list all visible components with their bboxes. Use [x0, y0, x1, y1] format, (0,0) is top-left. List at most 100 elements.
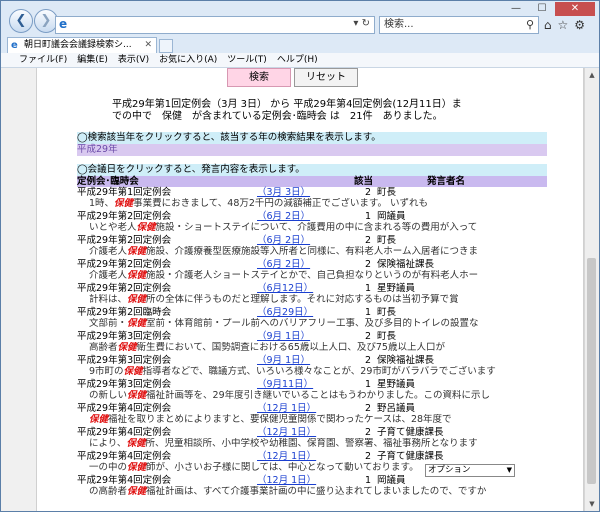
keyword-highlight: 保健: [127, 318, 147, 329]
result-row: 平成29年第4回定例会 （12月 1日） 2 野呂議員 保健福祉を取りまとめによりますと…: [77, 403, 547, 427]
speaker-name: 子育て健康課長: [377, 427, 444, 438]
meeting-date-link[interactable]: （12月 1日）: [257, 427, 316, 438]
keyword-highlight: 保健: [126, 438, 146, 449]
excerpt: 高齢者保健衛生費において、国勢調査における65歳以上人口、及び75歳以上人口が: [89, 342, 545, 354]
excerpt: 介護老人保健施設、介護療養型医療施設等入所者と同様に、有料老人ホーム入居者につき…: [89, 246, 545, 258]
keyword-highlight: 保健: [127, 294, 147, 305]
tab-close-icon[interactable]: ✕: [144, 38, 152, 52]
excerpt-post: 室前・体育館前・プール前へのバリアフリー工事、及び多目的トイレの設置な: [146, 318, 479, 329]
home-favorites-settings-icons[interactable]: ⌂☆⚙: [544, 18, 591, 32]
new-tab-button[interactable]: [159, 39, 173, 53]
meeting-date-link[interactable]: （6月 2日）: [257, 211, 310, 222]
minimize-button[interactable]: —: [503, 2, 529, 16]
tab-title: 朝日町議会会議録検索シ...: [24, 40, 132, 50]
speaker-name: 岡議員: [377, 211, 406, 222]
results-list: 平成29年第1回定例会 （3月 3日） 2 町長 1時、保健事業費におきまして、48万2…: [77, 187, 547, 499]
menu-help[interactable]: ヘルプ(H): [272, 53, 323, 67]
scroll-thumb[interactable]: [587, 258, 596, 484]
meeting-date-link[interactable]: （6月29日）: [257, 307, 313, 318]
result-row: 平成29年第4回定例会 （12月 1日） 1 岡議員 の高齢者保健福祉計画は、すべて介護…: [77, 475, 547, 499]
address-bar[interactable]: e ▾ ↻: [55, 16, 375, 34]
menu-tools[interactable]: ツール(T): [222, 53, 272, 67]
meeting-date-link[interactable]: （12月 1日）: [257, 403, 316, 414]
excerpt-pre: 文部前・: [89, 318, 128, 329]
keyword-highlight: 保健: [89, 414, 109, 425]
search-input[interactable]: 検索... ⚲: [379, 16, 539, 34]
hit-count: 2: [365, 235, 372, 246]
excerpt: 9市町の保健指導者などで、職議方式、いろいろ様々なことが、29市町がバラバラでご…: [89, 366, 545, 378]
tab-row: e 朝日町議会会議録検索シ... ✕: [1, 37, 599, 53]
content-area: 検索 リセット 平成29年第1回定例会（3月 3日） から 平成29年第4回定例会…: [1, 68, 599, 511]
result-row: 平成29年第2回定例会 （6月12日） 1 星野議員 計料は、保健所の全体に伴うものだと…: [77, 283, 547, 307]
meeting-date-link[interactable]: （12月 1日）: [257, 451, 316, 462]
back-button[interactable]: ❮: [9, 9, 33, 33]
excerpt: 文部前・保健室前・体育館前・プール前へのバリアフリー工事、及び多目的トイレの設置…: [89, 318, 545, 330]
keyword-highlight: 保健: [114, 198, 134, 209]
meeting-name: 平成29年第3回定例会: [77, 379, 172, 390]
page-body: 検索 リセット 平成29年第1回定例会（3月 3日） から 平成29年第4回定例会…: [36, 68, 584, 511]
excerpt-pre: 一の中の: [89, 462, 128, 473]
excerpt: の高齢者保健福祉計画は、すべて介護事業計画の中に盛り込まれてしまいましたので、で…: [89, 486, 545, 498]
hit-count: 2: [365, 427, 372, 438]
excerpt-pre: 介護老人: [89, 270, 128, 281]
vertical-scrollbar[interactable]: ▲ ▼: [584, 68, 599, 511]
close-button[interactable]: ✕: [555, 2, 595, 16]
window-controls: — ☐ ✕: [503, 1, 595, 16]
menu-view[interactable]: 表示(V): [113, 53, 154, 67]
hit-count: 2: [365, 355, 372, 366]
search-icon[interactable]: ⚲: [526, 17, 534, 33]
result-row: 平成29年第1回定例会 （3月 3日） 2 町長 1時、保健事業費におきまして、48万2…: [77, 187, 547, 211]
maximize-button[interactable]: ☐: [529, 2, 555, 16]
result-row: 平成29年第3回定例会 （9月11日） 1 星野議員 の新しい保健福祉計画等を、29年度…: [77, 379, 547, 403]
result-row: 平成29年第3回定例会 （9月 1日） 2 町長 高齢者保健衛生費において、国勢調査にお…: [77, 331, 547, 355]
excerpt-post: 事業費におきまして、48万2千円の減額補正でございます。 いずれも: [133, 198, 429, 209]
meeting-name: 平成29年第3回定例会: [77, 355, 172, 366]
chevron-down-icon: ▼: [506, 466, 512, 474]
excerpt: 保健福祉を取りまとめによりますと、要保健児童関係で関わったケースは、28年度で: [89, 414, 545, 426]
meeting-date-link[interactable]: （9月 1日）: [257, 355, 310, 366]
scroll-down-icon[interactable]: ▼: [585, 497, 599, 511]
option-select-value: オプション: [428, 465, 471, 475]
meeting-date-link[interactable]: （6月12日）: [257, 283, 313, 294]
speaker-name: 岡議員: [377, 475, 406, 486]
hit-count: 1: [365, 211, 372, 222]
excerpt-pre: いとや老人: [89, 222, 137, 233]
meeting-date-link[interactable]: （12月 1日）: [257, 475, 316, 486]
keyword-highlight: 保健: [127, 462, 147, 473]
excerpt-pre: 9市町の: [89, 366, 124, 377]
page-icon: e: [11, 40, 18, 51]
menu-file[interactable]: ファイル(F): [1, 53, 72, 67]
year-link[interactable]: 平成29年: [77, 144, 547, 156]
result-row: 平成29年第3回定例会 （9月 1日） 2 保険福祉課長 9市町の保健指導者などで、職議…: [77, 355, 547, 379]
option-select[interactable]: オプション ▼: [425, 464, 515, 477]
search-button[interactable]: 検索: [227, 68, 291, 87]
hit-count: 2: [365, 331, 372, 342]
result-row: 平成29年第4回定例会 （12月 1日） 2 子育て健康課長 により、保健所、児童相談所…: [77, 427, 547, 451]
menu-favorites[interactable]: お気に入り(A): [154, 53, 222, 67]
excerpt-pre: により、: [89, 438, 127, 449]
hit-count: 1: [365, 379, 372, 390]
excerpt-post: 福祉を取りまとめによりますと、要保健児童関係で関わったケースは、28年度で: [108, 414, 452, 425]
menu-edit[interactable]: 編集(E): [72, 53, 113, 67]
tab-search[interactable]: e 朝日町議会会議録検索シ... ✕: [7, 37, 157, 53]
excerpt-pre: 高齢者: [89, 342, 118, 353]
keyword-highlight: 保健: [127, 390, 147, 401]
meeting-name: 平成29年第4回定例会: [77, 403, 172, 414]
excerpt-pre: の新しい: [89, 390, 128, 401]
excerpt: 介護老人保健施設・介護老人ショートステイとかで、自己負担なりというのが有料老人ホ…: [89, 270, 545, 282]
excerpt-post: 師が、小さいお子様に関しては、中心となって動いております。: [146, 462, 419, 473]
meeting-date-link[interactable]: （6月 2日）: [257, 259, 310, 270]
meeting-date-link[interactable]: （6月 2日）: [257, 235, 310, 246]
excerpt-post: 所、児童相談所、小中学校や幼稚園、保育園、警察署、福祉事務所となります: [145, 438, 478, 449]
refresh-icon[interactable]: ▾ ↻: [353, 18, 370, 29]
meeting-date-link[interactable]: （9月11日）: [257, 379, 313, 390]
scroll-up-icon[interactable]: ▲: [585, 68, 599, 82]
result-row: 平成29年第2回定例会 （6月 2日） 2 町長 介護老人保健施設、介護療養型医療施設等…: [77, 235, 547, 259]
excerpt-post: 福祉計画等を、29年度引き継いでいることはもうわかりました。この資料に示し: [146, 390, 491, 401]
meeting-date-link[interactable]: （3月 3日）: [257, 187, 310, 198]
meeting-name: 平成29年第4回定例会: [77, 475, 172, 486]
address-toolbar: ❮ ❯ e ▾ ↻ 検索... ⚲ — ☐ ✕ ⌂☆⚙: [1, 1, 599, 37]
reset-button[interactable]: リセット: [294, 68, 358, 87]
meeting-name: 平成29年第3回定例会: [77, 331, 172, 342]
meeting-date-link[interactable]: （9月 1日）: [257, 331, 310, 342]
